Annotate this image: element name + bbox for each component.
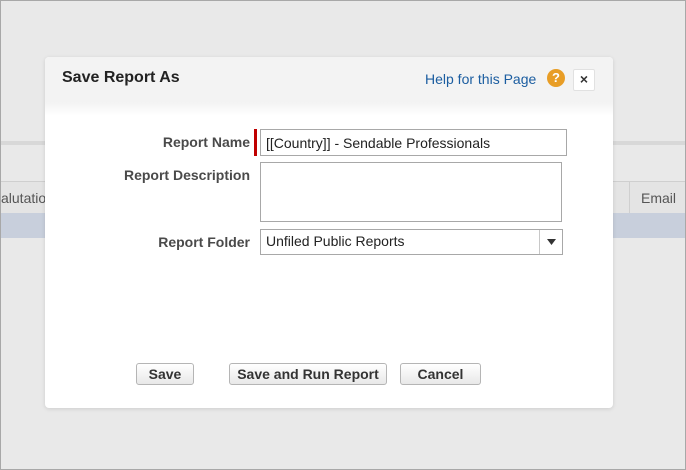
dropdown-toggle[interactable] bbox=[539, 230, 562, 254]
column-separator bbox=[629, 182, 630, 213]
save-button[interactable]: Save bbox=[136, 363, 194, 385]
question-circle-icon[interactable]: ? bbox=[547, 69, 565, 87]
chevron-down-icon bbox=[546, 239, 556, 245]
close-button[interactable]: × bbox=[573, 69, 595, 91]
required-indicator bbox=[254, 129, 257, 156]
dialog-title: Save Report As bbox=[62, 69, 180, 86]
report-folder-label: Report Folder bbox=[158, 234, 250, 250]
dialog-header-fade bbox=[45, 102, 613, 116]
report-name-input[interactable] bbox=[260, 129, 567, 156]
dialog-header: Save Report As Help for this Page ? × bbox=[45, 57, 613, 102]
save-and-run-report-button[interactable]: Save and Run Report bbox=[229, 363, 387, 385]
column-header-email: Email bbox=[641, 190, 677, 206]
help-for-this-page-link[interactable]: Help for this Page bbox=[425, 71, 536, 87]
report-name-label: Report Name bbox=[162, 134, 250, 150]
cancel-button[interactable]: Cancel bbox=[400, 363, 481, 385]
save-report-dialog: Save Report As Help for this Page ? × Re… bbox=[45, 57, 613, 408]
report-description-textarea[interactable] bbox=[260, 162, 562, 222]
report-description-label: Report Description bbox=[123, 167, 250, 183]
report-folder-select[interactable]: Unfiled Public Reports bbox=[260, 229, 563, 255]
report-folder-selected-value: Unfiled Public Reports bbox=[266, 233, 405, 249]
column-header-salutation: alutatio bbox=[1, 190, 47, 206]
